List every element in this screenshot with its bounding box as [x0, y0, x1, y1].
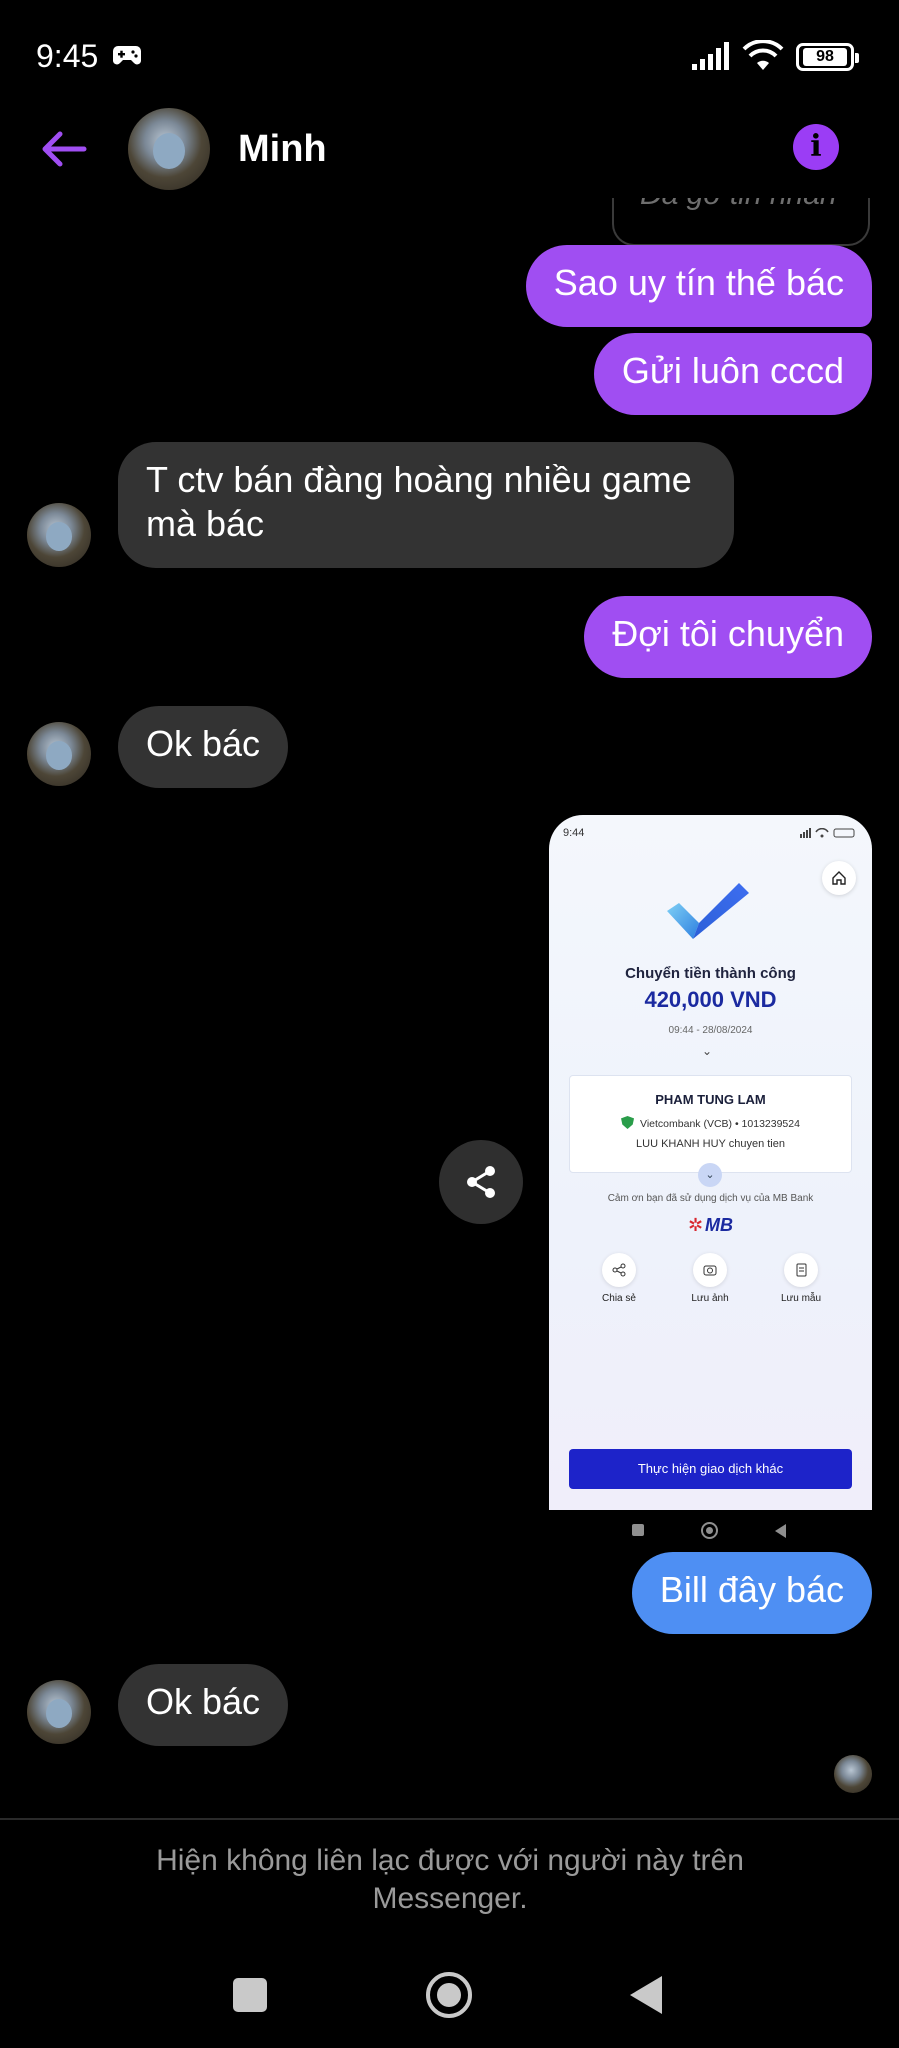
status-time: 9:45 — [36, 38, 99, 74]
seen-indicator-avatar — [834, 1755, 872, 1793]
receipt-new-transaction-button: Thực hiện giao dịch khác — [569, 1449, 852, 1489]
message-bubble-outgoing[interactable]: Bill đây bác — [631, 1552, 872, 1634]
status-bar: 9:45 98 — [0, 0, 899, 110]
sender-avatar[interactable] — [27, 1680, 91, 1744]
contact-name[interactable]: Minh — [238, 128, 327, 171]
receipt-action-share: Chia sẻ — [579, 1253, 659, 1304]
message-bubble-incoming[interactable]: Ok bác — [118, 706, 289, 788]
message-bubble-outgoing[interactable]: Đợi tôi chuyển — [584, 596, 872, 678]
home-icon[interactable] — [426, 1972, 472, 2018]
receipt-action-save-image: Lưu ảnh — [670, 1253, 750, 1304]
share-icon — [467, 1166, 495, 1198]
expand-chevron-icon: ⌄ — [698, 1163, 722, 1187]
message-bubble-outgoing[interactable]: Sao uy tín thế bác — [525, 245, 872, 327]
receipt-home-icon — [822, 861, 856, 895]
back-arrow-icon[interactable] — [36, 124, 92, 174]
battery-level: 98 — [803, 48, 847, 66]
contact-avatar[interactable] — [128, 108, 210, 190]
receipt-thanks: Cảm ơn bạn đã sử dụng dịch vụ của MB Ban… — [607, 1193, 814, 1204]
unavailable-notice: Hiện không liên lạc được với người này t… — [156, 1844, 744, 1915]
unsent-message-text: Đã gỡ tin nhắn — [640, 198, 837, 212]
receipt-home-nav-icon — [701, 1522, 718, 1539]
chat-header: Minh i — [0, 100, 899, 200]
receipt-title: Chuyển tiền thành công — [625, 965, 796, 982]
receipt-back-icon — [775, 1524, 786, 1538]
bank-shield-icon — [621, 1116, 635, 1129]
recent-apps-icon[interactable] — [233, 1978, 267, 2012]
receipt-status-icons — [800, 828, 855, 838]
receipt-nav-bar — [549, 1510, 872, 1552]
message-bubble-outgoing[interactable]: Gửi luôn cccd — [593, 333, 872, 415]
success-check-icon — [667, 883, 749, 939]
message-bubble-incoming[interactable]: T ctv bán đàng hoàng nhiều game mà bác — [118, 442, 734, 568]
receipt-action-save-template: Lưu mẫu — [761, 1253, 841, 1304]
receipt-status-time: 9:44 — [563, 827, 585, 839]
receipt-image[interactable]: 9:44 Chuyển tiền thành công 420,000 VND … — [549, 815, 872, 1510]
wifi-icon — [742, 40, 784, 70]
receipt-amount: 420,000 VND — [644, 987, 777, 1012]
recipient-bank: Vietcombank (VCB) • 1013239524 — [570, 1116, 851, 1130]
battery-icon: 98 — [796, 43, 859, 71]
sender-avatar[interactable] — [27, 503, 91, 567]
receipt-recent-icon — [632, 1524, 644, 1536]
share-icon — [612, 1263, 626, 1277]
mb-bank-logo: ✲ MB — [687, 1215, 734, 1235]
system-nav-bar — [0, 1940, 899, 2048]
unsent-message-fragment: Đã gỡ tin nhắn — [612, 198, 870, 246]
signal-icon — [692, 42, 729, 70]
camera-icon — [703, 1265, 717, 1276]
back-triangle-icon[interactable] — [630, 1976, 662, 2014]
document-icon — [796, 1263, 807, 1277]
sender-avatar[interactable] — [27, 722, 91, 786]
chevron-down-icon: ⌄ — [702, 1044, 713, 1058]
receipt-datetime: 09:44 - 28/08/2024 — [668, 1025, 753, 1036]
info-icon[interactable]: i — [793, 124, 839, 170]
gamepad-icon — [113, 46, 141, 65]
share-button[interactable] — [439, 1140, 523, 1224]
message-bubble-incoming[interactable]: Ok bác — [118, 1664, 289, 1746]
footer-divider — [0, 1818, 899, 1820]
recipient-name: PHAM TUNG LAM — [655, 1092, 766, 1107]
recipient-card: PHAM TUNG LAM Vietcombank (VCB) • 101323… — [569, 1075, 852, 1173]
transfer-note: LUU KHANH HUY chuyen tien — [636, 1138, 785, 1150]
